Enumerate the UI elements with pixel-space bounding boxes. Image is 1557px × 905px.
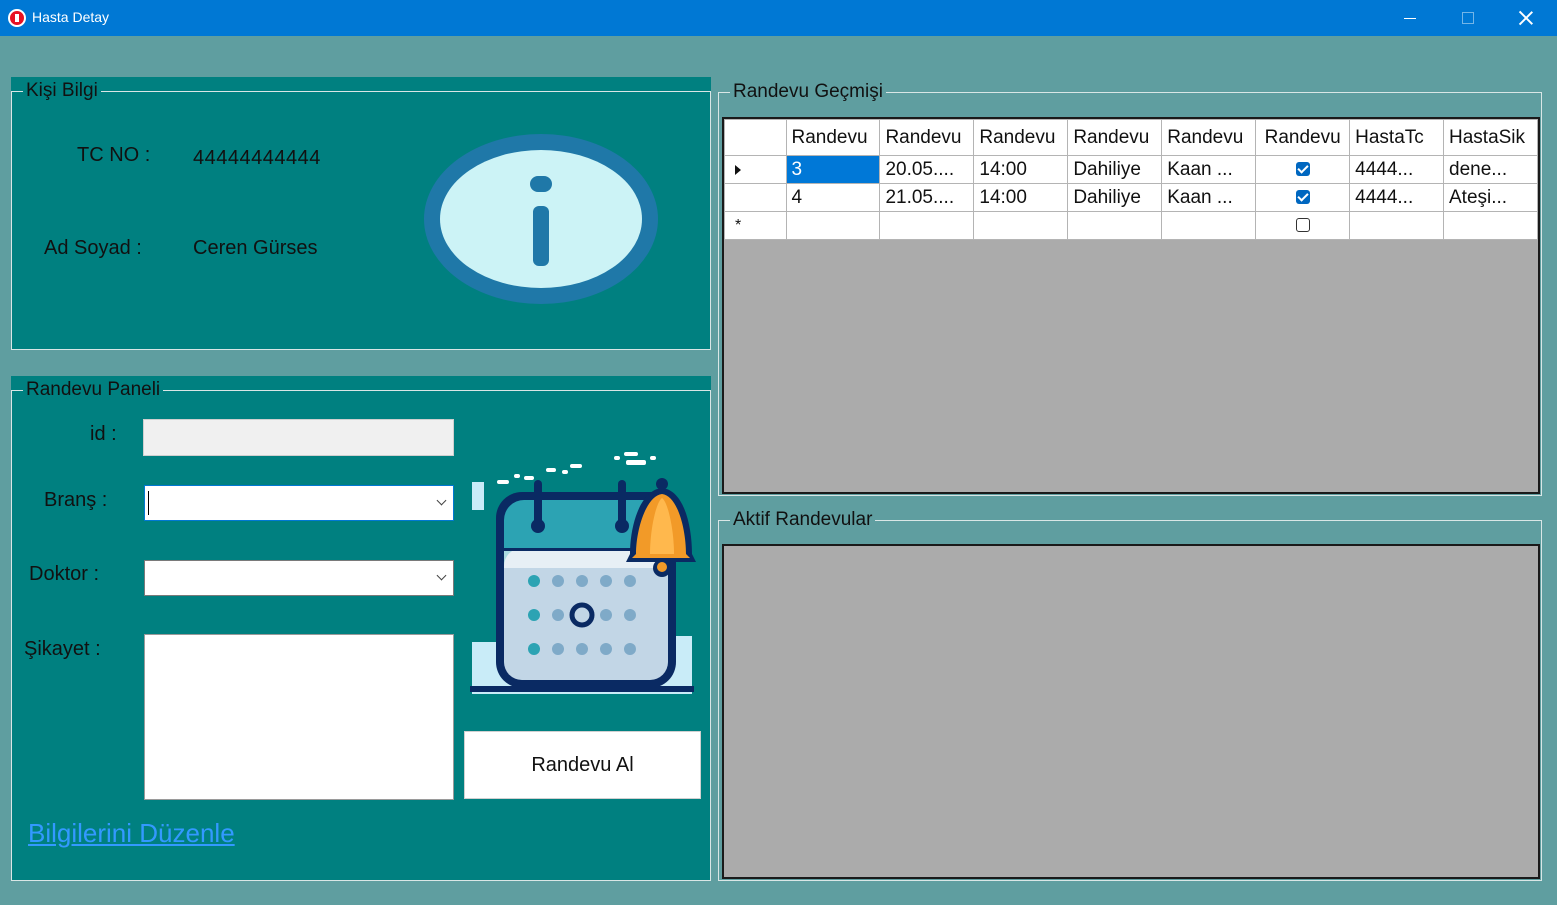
table-cell-checkbox[interactable] bbox=[1255, 155, 1351, 184]
chevron-down-icon bbox=[436, 495, 447, 506]
randevu-gecmisi-grid[interactable]: Randevu Randevu Randevu Randevu Randevu … bbox=[722, 117, 1540, 494]
maximize-icon bbox=[1462, 12, 1474, 24]
bilgilerini-duzenle-link[interactable]: Bilgilerini Düzenle bbox=[28, 818, 235, 849]
brans-combobox[interactable] bbox=[144, 485, 454, 521]
row-header-corner bbox=[724, 119, 787, 156]
id-field[interactable] bbox=[143, 419, 454, 456]
text-caret bbox=[148, 491, 149, 515]
table-cell[interactable]: 4444... bbox=[1349, 183, 1444, 212]
checkbox-unchecked[interactable] bbox=[1295, 218, 1310, 233]
table-cell[interactable] bbox=[1349, 211, 1444, 240]
id-label: id : bbox=[90, 423, 117, 445]
checkbox-checked[interactable] bbox=[1295, 162, 1310, 177]
table-cell[interactable] bbox=[1443, 211, 1538, 240]
table-cell[interactable]: Dahiliye bbox=[1067, 183, 1163, 212]
column-header[interactable]: Randevu bbox=[973, 119, 1069, 156]
table-new-row[interactable]: * bbox=[724, 211, 1538, 240]
column-header[interactable]: Randevu bbox=[1255, 119, 1351, 156]
table-cell[interactable] bbox=[1161, 211, 1257, 240]
brans-label: Branş : bbox=[44, 489, 108, 511]
table-cell-checkbox[interactable] bbox=[1255, 211, 1351, 240]
table-row[interactable]: 3 20.05.... 14:00 Dahiliye Kaan ... 4444… bbox=[724, 155, 1538, 184]
table-cell[interactable]: 21.05.... bbox=[879, 183, 975, 212]
table-header-row: Randevu Randevu Randevu Randevu Randevu … bbox=[724, 119, 1538, 156]
table-cell[interactable]: 4 bbox=[785, 183, 881, 212]
sikayet-label: Şikayet : bbox=[24, 638, 101, 660]
table-cell[interactable]: 3 bbox=[785, 155, 881, 184]
current-row-icon bbox=[735, 165, 741, 175]
minimize-button[interactable] bbox=[1381, 0, 1439, 36]
table-cell[interactable]: Dahiliye bbox=[1067, 155, 1163, 184]
checkbox-checked[interactable] bbox=[1295, 190, 1310, 205]
history-table: Randevu Randevu Randevu Randevu Randevu … bbox=[724, 119, 1538, 240]
kisi-bilgi-legend: Kişi Bilgi bbox=[23, 77, 101, 105]
app-icon bbox=[8, 9, 26, 27]
info-icon bbox=[424, 134, 658, 304]
row-header[interactable]: * bbox=[724, 211, 787, 240]
aktif-randevular-grid[interactable] bbox=[722, 544, 1540, 879]
calendar-bell-icon bbox=[470, 452, 696, 694]
table-cell[interactable]: Kaan ... bbox=[1161, 155, 1257, 184]
minimize-icon bbox=[1404, 17, 1416, 19]
close-button[interactable] bbox=[1497, 0, 1555, 36]
table-cell[interactable]: 20.05.... bbox=[879, 155, 975, 184]
doktor-label: Doktor : bbox=[29, 563, 100, 585]
column-header[interactable]: Randevu bbox=[1161, 119, 1257, 156]
name-value: Ceren Gürses bbox=[193, 237, 318, 259]
row-header[interactable] bbox=[724, 155, 787, 184]
table-cell[interactable]: 14:00 bbox=[973, 183, 1069, 212]
new-row-icon: * bbox=[735, 217, 742, 234]
table-cell-checkbox[interactable] bbox=[1255, 183, 1351, 212]
row-header[interactable] bbox=[724, 183, 787, 212]
column-header[interactable]: HastaSik bbox=[1443, 119, 1538, 156]
randevu-al-button[interactable]: Randevu Al bbox=[464, 731, 701, 799]
close-icon bbox=[1519, 11, 1533, 25]
randevu-paneli-legend: Randevu Paneli bbox=[23, 376, 164, 404]
table-cell[interactable] bbox=[973, 211, 1069, 240]
tc-value: 44444444444 bbox=[193, 147, 321, 169]
column-header[interactable]: Randevu bbox=[1067, 119, 1163, 156]
randevu-gecmisi-legend: Randevu Geçmişi bbox=[730, 78, 886, 106]
table-cell[interactable] bbox=[1067, 211, 1163, 240]
table-cell[interactable]: dene... bbox=[1443, 155, 1538, 184]
table-cell[interactable] bbox=[879, 211, 975, 240]
aktif-randevular-legend: Aktif Randevular bbox=[730, 506, 876, 534]
table-cell[interactable]: 14:00 bbox=[973, 155, 1069, 184]
column-header[interactable]: HastaTc bbox=[1349, 119, 1444, 156]
table-cell[interactable] bbox=[785, 211, 881, 240]
maximize-button bbox=[1439, 0, 1497, 36]
sikayet-textarea[interactable] bbox=[144, 634, 454, 800]
name-label: Ad Soyad : bbox=[44, 237, 142, 259]
table-row[interactable]: 4 21.05.... 14:00 Dahiliye Kaan ... 4444… bbox=[724, 183, 1538, 212]
table-cell[interactable]: Ateşi... bbox=[1443, 183, 1538, 212]
doktor-combobox[interactable] bbox=[144, 560, 454, 596]
window-title: Hasta Detay bbox=[32, 9, 110, 25]
chevron-down-icon bbox=[436, 570, 447, 581]
title-bar: Hasta Detay bbox=[0, 0, 1557, 36]
table-cell[interactable]: 4444... bbox=[1349, 155, 1444, 184]
tc-label: TC NO : bbox=[77, 144, 151, 166]
column-header[interactable]: Randevu bbox=[785, 119, 881, 156]
table-cell[interactable]: Kaan ... bbox=[1161, 183, 1257, 212]
column-header[interactable]: Randevu bbox=[879, 119, 975, 156]
